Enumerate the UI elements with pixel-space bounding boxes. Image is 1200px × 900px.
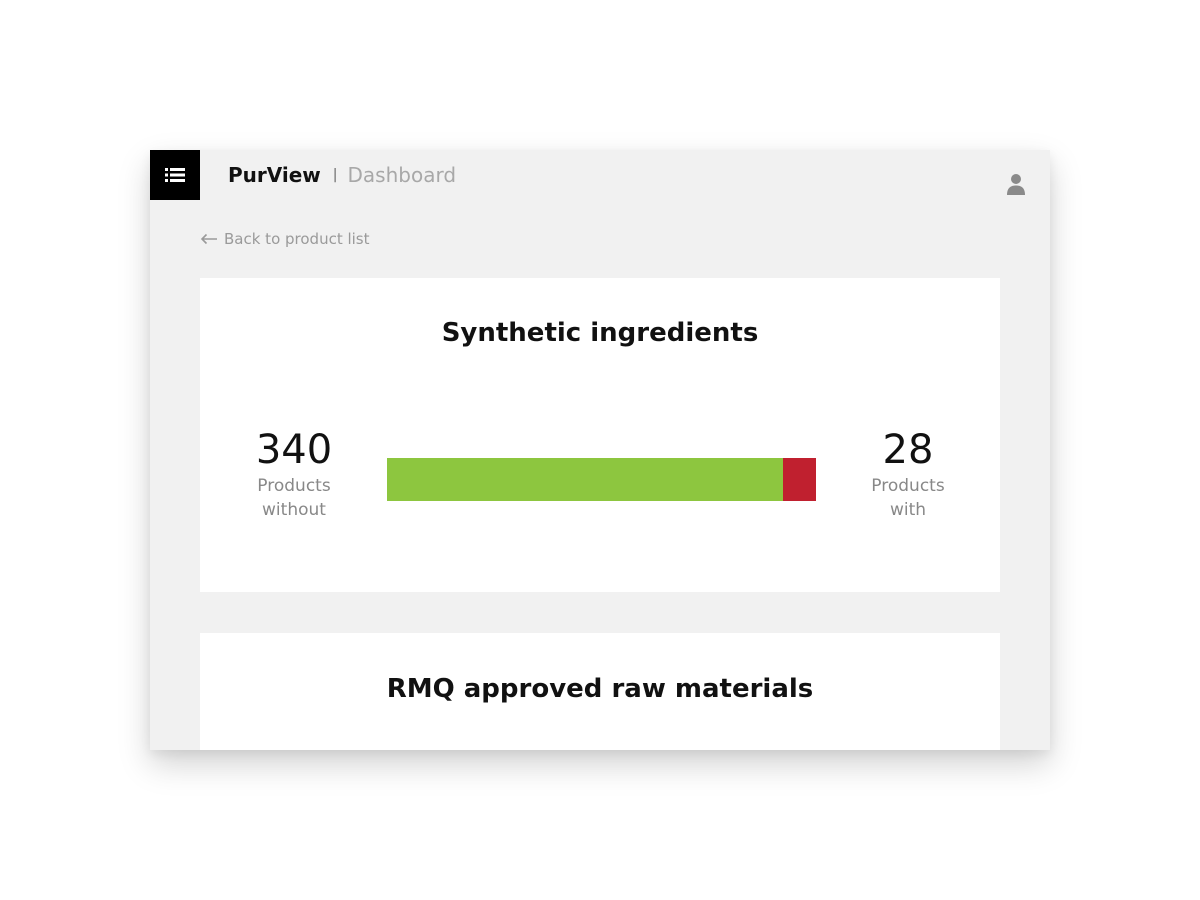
breadcrumb: PurView | Dashboard [228, 163, 457, 187]
products-with-count: 28 [882, 427, 934, 473]
ratio-bar [387, 458, 816, 501]
page-title: Dashboard [347, 163, 457, 187]
products-with-stat: 28 Products with [838, 426, 978, 522]
user-icon [1007, 174, 1025, 195]
card-title: RMQ approved raw materials [386, 674, 814, 704]
synthetic-ingredients-card: Synthetic ingredients 340 Products witho… [200, 278, 1000, 592]
products-without-label-line2: without [262, 500, 326, 520]
products-without-count: 340 [255, 427, 333, 473]
card-title: Synthetic ingredients [441, 318, 759, 348]
app-name: PurView [228, 163, 321, 187]
list-icon [165, 168, 185, 182]
products-without-label-line1: Products [257, 476, 331, 496]
rmq-approved-raw-materials-card: RMQ approved raw materials [200, 633, 1000, 750]
bar-segment-with [783, 458, 816, 501]
products-with-label-line2: with [889, 500, 927, 520]
app-window: PurView | Dashboard Back to product list… [150, 150, 1050, 750]
bar-segment-without [387, 458, 784, 501]
breadcrumb-separator: | [332, 167, 338, 183]
back-link-label: Back to product list [224, 230, 370, 248]
arrow-left-icon [200, 233, 217, 245]
menu-button[interactable] [150, 150, 200, 200]
products-without-stat: 340 Products without [224, 426, 364, 522]
user-menu-button[interactable] [1006, 172, 1026, 196]
back-to-product-list-link[interactable]: Back to product list [200, 230, 370, 248]
products-with-label-line1: Products [871, 476, 945, 496]
